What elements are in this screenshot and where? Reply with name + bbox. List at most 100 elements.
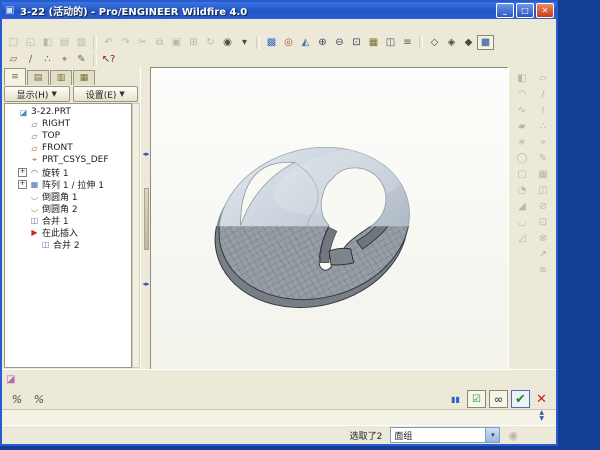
datum-axis-button[interactable]: ∕ (22, 52, 39, 67)
datum-csys-button[interactable]: ⌖ (56, 52, 73, 67)
tree-scrollbar[interactable] (132, 103, 140, 368)
tree-item[interactable]: ◫ 合并 2 (5, 238, 131, 250)
favorites-tab[interactable]: ▥ (50, 70, 72, 85)
csys-tool[interactable]: ⌖ (535, 135, 552, 150)
round-tool[interactable]: ◡ (514, 215, 531, 230)
shaded-button[interactable]: ■ (477, 35, 494, 50)
orient-mode-button[interactable]: ◭ (297, 35, 314, 50)
shell-tool[interactable]: ▢ (514, 167, 531, 182)
new-button[interactable]: □ (5, 35, 22, 50)
pause-button[interactable]: ▮▮ (447, 391, 464, 407)
maximize-button[interactable]: □ (516, 3, 534, 18)
tree-item[interactable]: ◫ 合并 1 (5, 214, 131, 226)
zoom-in-button[interactable]: ⊕ (314, 35, 331, 50)
message-area: ▲▼ (2, 409, 556, 425)
cancel-button[interactable]: ✕ (533, 391, 550, 407)
chevron-down-icon[interactable]: ▾ (485, 428, 499, 442)
tree-item[interactable]: ◡ 倒圆角 2 (5, 202, 131, 214)
no-hidden-button[interactable]: ◆ (460, 35, 477, 50)
curve-tool[interactable]: ≀ (535, 103, 552, 118)
datum-plane-button[interactable]: ▱ (5, 52, 22, 67)
verify-button[interactable]: ∞ (489, 390, 508, 408)
search-filter-box[interactable]: ▾ (236, 35, 253, 50)
context-help-button[interactable]: ↖? (100, 52, 117, 67)
paste-button[interactable]: ▣ (168, 35, 185, 50)
pattern-tool[interactable]: ▦ (535, 167, 552, 182)
hole-tool[interactable]: ◯ (514, 151, 531, 166)
close-button[interactable]: ✕ (536, 3, 554, 18)
chamfer-tool[interactable]: ◿ (514, 231, 531, 246)
saved-views-button[interactable]: ▦ (365, 35, 382, 50)
tree-item[interactable]: + ◠ 旋转 1 (5, 166, 131, 178)
project-tool[interactable]: ↗ (535, 247, 552, 262)
tree-item[interactable]: ▱ RIGHT (5, 118, 131, 130)
graphics-area[interactable] (150, 67, 512, 370)
zoom-out-button[interactable]: ⊖ (331, 35, 348, 50)
folder-browser-tab[interactable]: ▤ (27, 70, 49, 85)
undo-button[interactable]: ↶ (100, 35, 117, 50)
hidden-line-button[interactable]: ◈ (443, 35, 460, 50)
expand-toggle[interactable]: + (18, 168, 27, 177)
intersect-tool[interactable]: ⊗ (535, 231, 552, 246)
datum-axis-tool[interactable]: ∕ (535, 87, 552, 102)
tree-item[interactable]: ▶ 在此插入 (5, 226, 131, 238)
rib-tool[interactable]: ◔ (514, 183, 531, 198)
revolve-tool[interactable]: ◠ (514, 87, 531, 102)
sketch-tool-button[interactable]: ✎ (73, 52, 90, 67)
copy-geometry-tool[interactable]: ◫ (535, 183, 552, 198)
tree-item[interactable]: ◡ 倒圆角 1 (5, 190, 131, 202)
trim-tool[interactable]: ⊘ (535, 199, 552, 214)
sash-handle[interactable] (144, 188, 149, 250)
model-tree-tab[interactable]: ≡ (4, 68, 26, 85)
sweep-tool[interactable]: ∿ (514, 103, 531, 118)
tree-item[interactable]: + ▦ 阵列 1 / 拉伸 1 (5, 178, 131, 190)
tool-icon: ▱ (539, 73, 547, 84)
repaint-button[interactable]: ▩ (263, 35, 280, 50)
sketch-tool[interactable]: ✎ (535, 151, 552, 166)
expand-toggle[interactable]: + (18, 180, 27, 189)
merge-tool[interactable]: ⊡ (535, 215, 552, 230)
ok-button[interactable]: ✔ (511, 390, 530, 408)
selection-filter-combo[interactable]: 面组 ▾ (390, 427, 500, 443)
tree-item[interactable]: ⌖ PRT_CSYS_DEF (5, 154, 131, 166)
view-manager-button[interactable]: ◫ (382, 35, 399, 50)
wrap-tool[interactable]: ≋ (535, 263, 552, 278)
print-preview-button[interactable]: ▥ (73, 35, 90, 50)
merge-side2-toggle[interactable]: % (30, 391, 48, 407)
titlebar[interactable]: ▣ 3-22 (活动的) - Pro/ENGINEER Wildfire 4.0… (2, 2, 556, 19)
blend-tool[interactable]: ▰ (514, 119, 531, 134)
find-button[interactable]: ◉ (219, 35, 236, 50)
spin-center-button[interactable]: ◎ (280, 35, 297, 50)
regenerate-button[interactable]: ↻ (202, 35, 219, 50)
copy-button[interactable]: ⧉ (151, 35, 168, 50)
datum-point-button[interactable]: ∴ (39, 52, 56, 67)
cut-button[interactable]: ✂ (134, 35, 151, 50)
paste-special-button[interactable]: ⊞ (185, 35, 202, 50)
wireframe-button[interactable]: ◇ (426, 35, 443, 50)
toolbar-icon: ⊞ (189, 37, 197, 48)
refit-button[interactable]: ⊡ (348, 35, 365, 50)
redo-button[interactable]: ↷ (117, 35, 134, 50)
open-button[interactable]: ◱ (22, 35, 39, 50)
extrude-tool[interactable]: ◧ (514, 71, 531, 86)
datum-point-tool[interactable]: ∴ (535, 119, 552, 134)
show-dropdown[interactable]: 显示(H) ▼ (4, 86, 70, 102)
tree-item[interactable]: ◪ 3-22.PRT (5, 106, 131, 118)
preview-toggle[interactable]: ☑ (467, 390, 486, 408)
print-button[interactable]: ▤ (56, 35, 73, 50)
minimize-button[interactable]: _ (496, 3, 514, 18)
collapse-arrow-icon[interactable]: ◂▸ (142, 150, 149, 158)
save-button[interactable]: ◧ (39, 35, 56, 50)
connections-tab[interactable]: ▦ (73, 70, 95, 85)
style-tool[interactable]: ∗ (514, 135, 531, 150)
find-tool-icon[interactable]: ◉ (508, 429, 518, 442)
layers-button[interactable]: ≡ (399, 35, 416, 50)
tree-item[interactable]: ▱ TOP (5, 130, 131, 142)
message-scrollbar[interactable]: ▲▼ (539, 410, 544, 422)
collapse-arrow-icon[interactable]: ◂▸ (142, 280, 149, 288)
settings-dropdown[interactable]: 设置(E) ▼ (73, 86, 139, 102)
datum-plane-tool[interactable]: ▱ (535, 71, 552, 86)
tree-item[interactable]: ▱ FRONT (5, 142, 131, 154)
merge-side1-toggle[interactable]: % (8, 391, 26, 407)
draft-tool[interactable]: ◢ (514, 199, 531, 214)
